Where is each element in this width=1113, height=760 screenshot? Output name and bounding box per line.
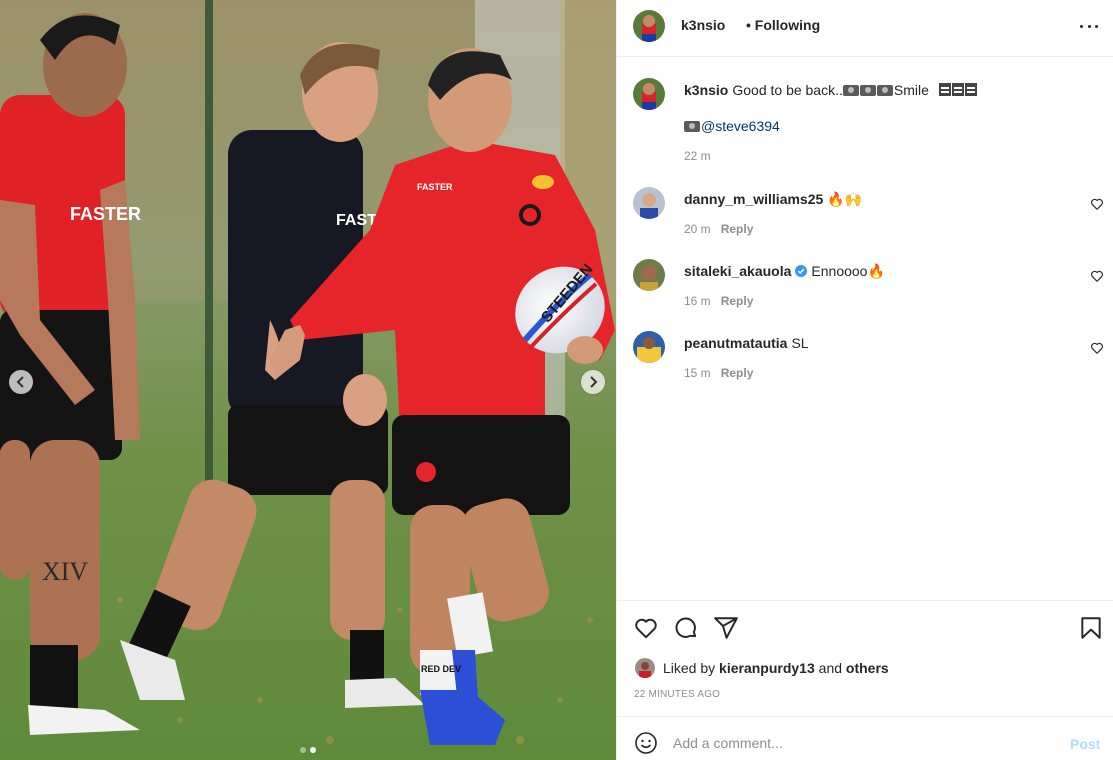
next-photo-button[interactable]	[581, 370, 605, 394]
comment-input[interactable]	[673, 729, 1043, 757]
comment-username[interactable]: danny_m_williams25	[684, 191, 823, 207]
previous-photo-button[interactable]	[9, 370, 33, 394]
chevron-left-icon	[16, 376, 24, 388]
likes-others-link[interactable]: others	[846, 660, 889, 676]
bookmark-icon[interactable]	[1078, 615, 1104, 641]
emoji-glyph-icon	[951, 83, 964, 96]
comment-username[interactable]: peanutmatautia	[684, 335, 787, 351]
likes-prefix: Liked by	[663, 660, 716, 676]
caption-text-prefix: Good to be back..	[732, 82, 843, 98]
author-avatar[interactable]	[633, 10, 665, 42]
carousel-dot-active	[310, 747, 316, 753]
reply-button[interactable]: Reply	[721, 366, 754, 380]
comment-text: SL	[791, 335, 809, 351]
more-icon-dot	[1087, 24, 1091, 28]
emoji-glyph-icon	[964, 83, 977, 96]
camera-emoji-icon	[842, 85, 859, 96]
more-icon-dot	[1095, 24, 1098, 28]
caption-avatar[interactable]	[633, 78, 665, 110]
comment-username[interactable]: sitaleki_akauola	[684, 263, 791, 279]
caption-credit-line: @steve6394	[684, 117, 1084, 135]
comment-meta: 16 m Reply	[684, 294, 753, 308]
comment-text: 🔥🙌	[827, 191, 863, 207]
emoji-glyph-icon	[938, 83, 951, 96]
commenter-avatar[interactable]	[633, 259, 665, 291]
comment-body: danny_m_williams25 🔥🙌	[684, 190, 1084, 208]
sock-tattoo-text: XIV	[42, 557, 88, 586]
likes-joiner: and	[818, 660, 843, 676]
more-options-button[interactable]	[1077, 16, 1101, 36]
carousel-dots	[0, 747, 616, 753]
comment-time[interactable]: 20 m	[684, 222, 711, 236]
comment-meta: 15 m Reply	[684, 366, 753, 380]
post-header: k3nsio • Following	[617, 0, 1113, 57]
comment-like-heart-icon[interactable]	[1090, 269, 1104, 283]
reply-button[interactable]: Reply	[721, 222, 754, 236]
comment-time[interactable]: 15 m	[684, 366, 711, 380]
caption-body: k3nsio Good to be back.. Smile	[684, 81, 1084, 99]
author-username[interactable]: k3nsio	[681, 17, 725, 33]
post-detail-panel: k3nsio • Following k3nsio Good to be back…	[616, 0, 1113, 760]
comment-icon[interactable]	[673, 615, 699, 641]
heart-icon[interactable]	[633, 615, 659, 641]
post-actions: Liked by kieranpurdy13 and others 22 min…	[617, 600, 1113, 716]
carousel-dot	[300, 747, 306, 753]
camera-emoji-icon	[859, 85, 876, 96]
chevron-right-icon	[590, 376, 598, 388]
emoji-icon[interactable]	[634, 731, 658, 755]
commenter-avatar[interactable]	[633, 331, 665, 363]
follow-status[interactable]: • Following	[746, 17, 820, 33]
caption-mention-link[interactable]: @steve6394	[701, 118, 780, 134]
likes-summary: Liked by kieranpurdy13 and others	[635, 658, 889, 678]
comment-meta: 20 m Reply	[684, 222, 753, 236]
comments-list: k3nsio Good to be back.. Smile @steve6394 …	[617, 58, 1113, 600]
shirt-text-left: FASTER	[70, 204, 141, 224]
shirt-text-right: FASTER	[417, 182, 453, 192]
follow-status-label: Following	[754, 17, 821, 33]
verified-icon	[795, 265, 808, 277]
post-comment-button[interactable]: Post	[1070, 736, 1100, 752]
liker-avatar[interactable]	[635, 658, 655, 678]
caption-text-suffix: Smile	[893, 82, 929, 98]
add-comment-bar: Post	[617, 716, 1113, 760]
comment-like-heart-icon[interactable]	[1090, 197, 1104, 211]
comment-like-heart-icon[interactable]	[1090, 341, 1104, 355]
comment-time[interactable]: 16 m	[684, 294, 711, 308]
caption-time[interactable]: 22 m	[684, 149, 711, 163]
comment-body: peanutmatautia SL	[684, 334, 1084, 352]
comment-body: sitaleki_akauola Ennoooo🔥	[684, 262, 1084, 280]
liker-username[interactable]: kieranpurdy13	[719, 660, 815, 676]
sock-text-right: RED DEV	[421, 664, 461, 674]
caption-username[interactable]: k3nsio	[684, 82, 728, 98]
more-icon	[1080, 24, 1083, 28]
camera-emoji-icon	[684, 121, 700, 132]
camera-emoji-icon	[876, 85, 893, 96]
share-icon[interactable]	[713, 615, 739, 641]
post-timestamp[interactable]: 22 minutes ago	[634, 689, 720, 700]
commenter-avatar[interactable]	[633, 187, 665, 219]
comment-text: Ennoooo🔥	[811, 263, 885, 279]
reply-button[interactable]: Reply	[721, 294, 754, 308]
rugby-training-photo: FASTER XIV FASTER STEEDEN FASTER RED DEV	[0, 0, 616, 760]
post-photo[interactable]: FASTER XIV FASTER STEEDEN FASTER RED DEV	[0, 0, 616, 760]
